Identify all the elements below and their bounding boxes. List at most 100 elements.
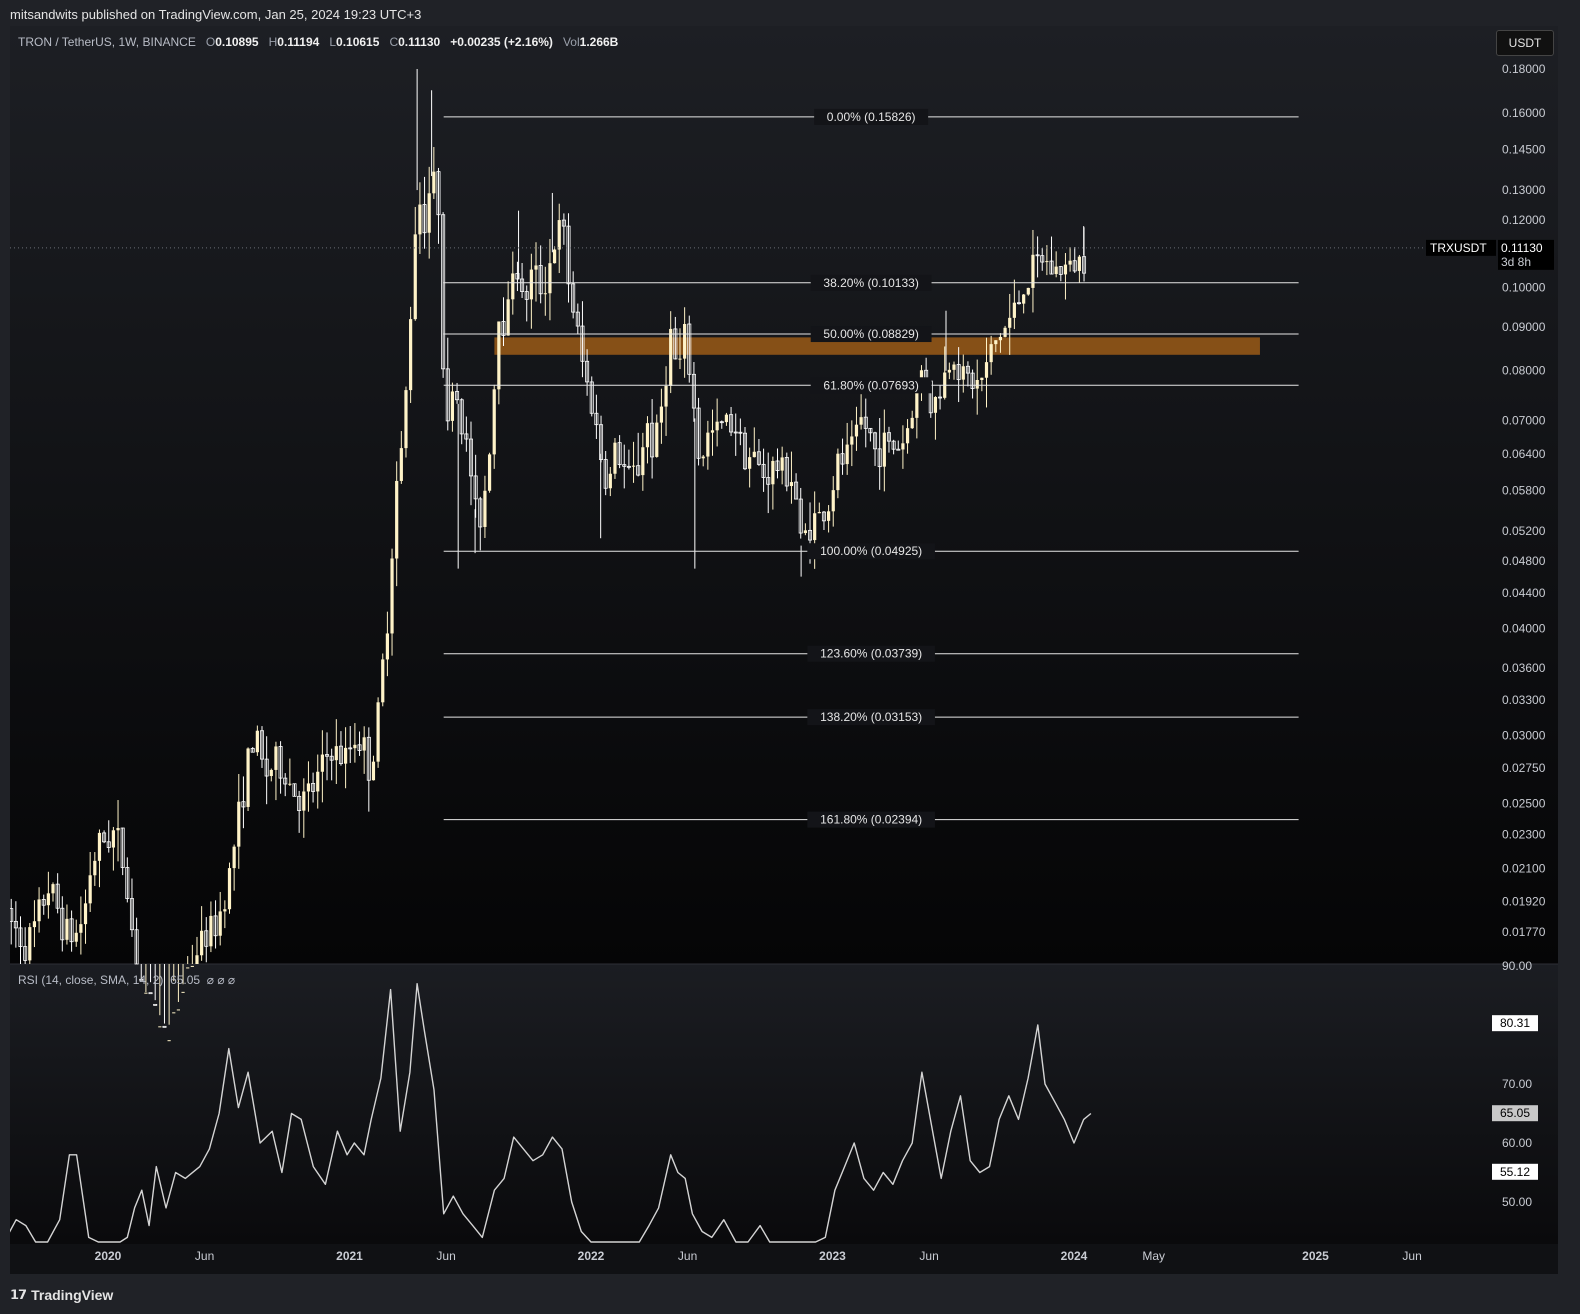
rsi-legend[interactable]: RSI (14, close, SMA, 14, 2) 65.05 ⌀ ⌀ ⌀ xyxy=(18,973,235,987)
candle-body xyxy=(492,389,496,455)
candle-body xyxy=(390,558,394,634)
candle-body xyxy=(980,377,984,380)
price-axis-label: 0.13000 xyxy=(1502,183,1546,197)
candle-body xyxy=(381,659,385,703)
chart-canvas[interactable]: 0.00% (0.15826) 38.20% (0.10133) 50.00% (0… xyxy=(10,26,1558,1274)
candle-body xyxy=(409,319,413,391)
candle-body xyxy=(111,830,115,848)
open-value: 0.10895 xyxy=(215,35,259,49)
rsi-axis-label: 70.00 xyxy=(1502,1077,1532,1091)
candle-body xyxy=(905,428,910,444)
price-axis-label: 0.04800 xyxy=(1502,554,1546,568)
high-label: H xyxy=(268,35,278,49)
price-axis-label: 0.12000 xyxy=(1502,213,1546,227)
candle-body xyxy=(1077,256,1081,271)
rsi-title[interactable]: RSI (14, close, SMA, 14, 2) xyxy=(18,973,163,987)
chart-frame[interactable]: 0.00% (0.15826) 38.20% (0.10133) 50.00% (0… xyxy=(10,26,1558,1274)
candle-body xyxy=(186,967,190,969)
candle-body xyxy=(1045,261,1049,263)
candle-body xyxy=(93,860,97,876)
price-axis-label: 0.14500 xyxy=(1502,142,1546,156)
low-value: 0.10615 xyxy=(336,35,380,49)
rsi-value: 65.05 xyxy=(170,973,201,987)
candle-body xyxy=(246,748,250,807)
candle-body xyxy=(1026,287,1030,295)
time-axis-label: 2025 xyxy=(1302,1249,1329,1263)
candle-body xyxy=(320,754,324,772)
candle-body xyxy=(933,397,938,413)
candle-body xyxy=(655,422,659,457)
candle-body xyxy=(172,1012,176,1014)
symbol-name[interactable]: TRON / TetherUS, 1W, BINANCE xyxy=(18,35,196,49)
candle-body xyxy=(1022,294,1026,304)
candle-body xyxy=(497,321,501,390)
candle-body xyxy=(46,893,50,906)
candle-body xyxy=(144,992,148,994)
candle-body xyxy=(74,932,78,942)
candle-body xyxy=(88,875,92,904)
tradingview-logo-icon: 𝟭𝟳 xyxy=(10,1287,27,1302)
candle-body xyxy=(427,193,431,233)
candle-body xyxy=(683,324,687,359)
candle-body xyxy=(200,930,204,956)
price-axis-label: 0.01920 xyxy=(1502,895,1546,909)
time-axis-label: 2021 xyxy=(336,1249,363,1263)
candle-body xyxy=(831,490,835,512)
candle-body xyxy=(715,421,719,431)
price-axis-label: 0.03600 xyxy=(1502,661,1546,675)
candle-body xyxy=(506,299,510,336)
candle-body xyxy=(32,921,37,928)
time-axis-label: 2022 xyxy=(578,1249,605,1263)
price-axis-label: 0.02500 xyxy=(1502,797,1546,811)
candle-body xyxy=(418,204,422,235)
price-axis-label: 0.02750 xyxy=(1502,761,1546,775)
footer-brand[interactable]: 𝟭𝟳 TradingView xyxy=(10,1287,113,1303)
time-axis-label: 2020 xyxy=(95,1249,122,1263)
price-axis-label: 0.06400 xyxy=(1502,447,1546,461)
fib-label: 0.00% (0.15826) xyxy=(827,110,916,124)
candle-body xyxy=(316,771,320,792)
candle-body xyxy=(836,453,840,491)
price-axis-label: 0.02100 xyxy=(1502,861,1546,875)
candle-body xyxy=(511,273,515,300)
candle-body xyxy=(269,769,273,777)
rsi-pane-background xyxy=(10,964,1558,1244)
candle-body xyxy=(79,924,83,933)
candle-body xyxy=(706,432,710,457)
candle-body xyxy=(413,234,417,320)
candle-body xyxy=(859,417,863,425)
candle-body xyxy=(37,899,41,922)
price-axis-label: 0.04400 xyxy=(1502,586,1546,600)
price-axis-label: 0.10000 xyxy=(1502,281,1546,295)
candle-body xyxy=(97,832,102,861)
candle-body xyxy=(631,465,636,467)
countdown-tag: 3d 8h xyxy=(1501,255,1531,269)
symbol-legend[interactable]: TRON / TetherUS, 1W, BINANCE O0.10895 H0… xyxy=(18,35,618,49)
candle-body xyxy=(748,457,752,469)
fib-label: 100.00% (0.04925) xyxy=(820,544,922,558)
candle-body xyxy=(385,633,389,660)
candle-body xyxy=(450,391,455,421)
candle-body xyxy=(771,460,775,485)
price-axis-label: 0.04000 xyxy=(1502,622,1546,636)
candle-body xyxy=(1012,302,1016,318)
candle-body xyxy=(910,417,914,429)
candle-body xyxy=(947,369,951,373)
candle-body xyxy=(158,1026,162,1028)
candle-body xyxy=(404,390,408,449)
publish-header: mitsandwits published on TradingView.com… xyxy=(10,7,422,22)
rsi-value-tag: 55.12 xyxy=(1500,1165,1530,1179)
candle-body xyxy=(850,436,854,445)
currency-button[interactable]: USDT xyxy=(1496,30,1554,56)
candle-body xyxy=(288,783,292,785)
candle-body xyxy=(237,801,241,847)
candle-body xyxy=(65,918,69,940)
candle-body xyxy=(218,911,222,936)
candle-body xyxy=(1008,317,1012,328)
candle-body xyxy=(483,490,487,527)
candle-body xyxy=(952,364,956,370)
candle-body xyxy=(209,915,213,947)
candle-body xyxy=(557,220,561,250)
candle-body xyxy=(543,293,547,295)
candle-body xyxy=(487,454,492,491)
